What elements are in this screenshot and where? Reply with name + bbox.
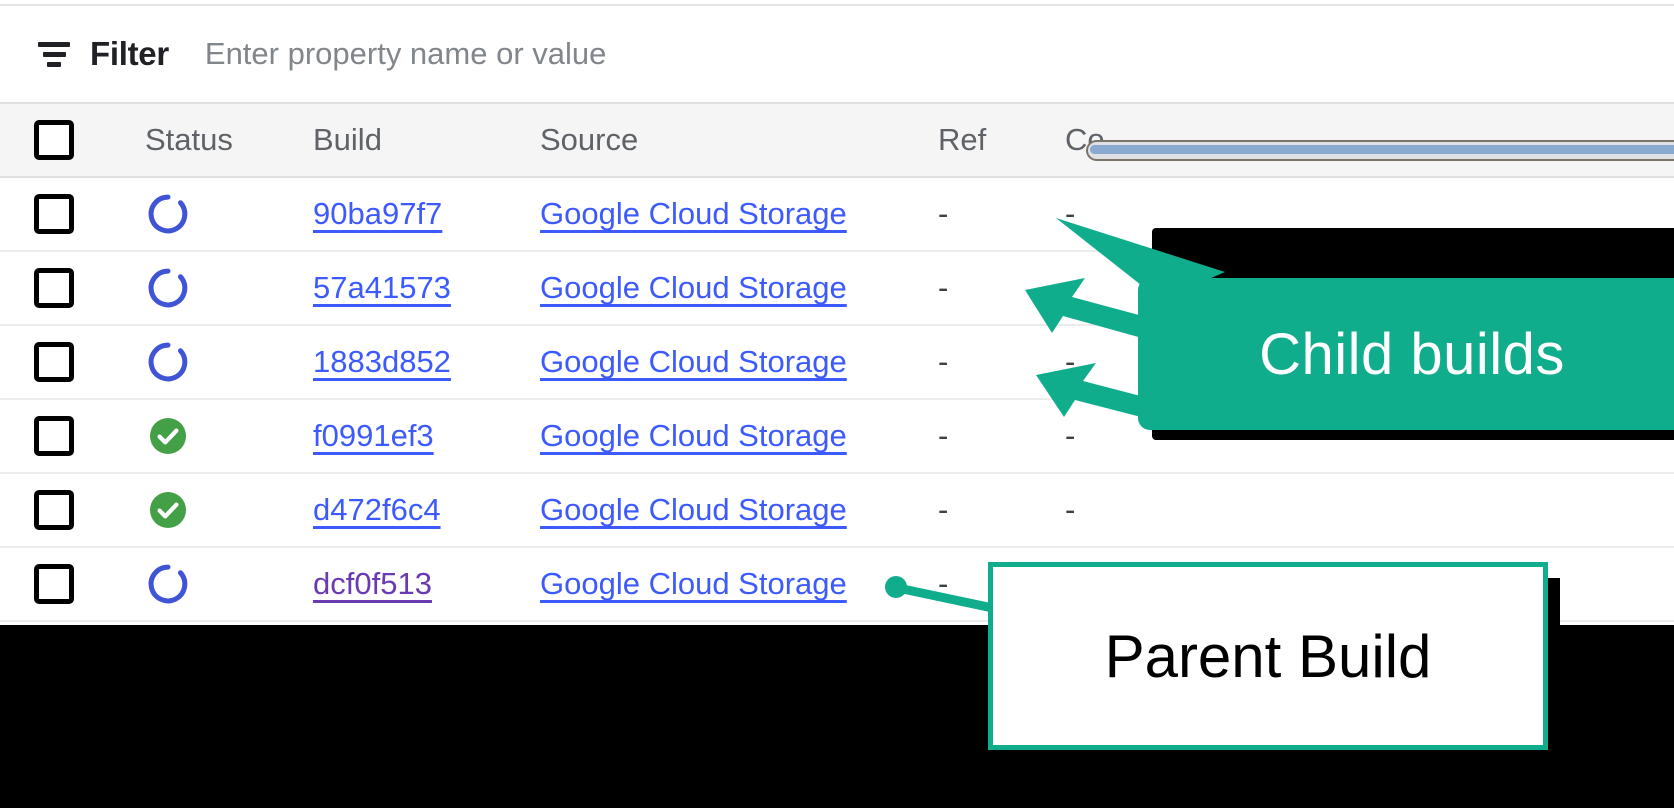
working-spinner-icon [148,342,188,382]
source-link[interactable]: Google Cloud Storage [540,344,847,379]
select-all-checkbox[interactable] [34,120,74,160]
row-checkbox[interactable] [34,194,74,234]
row-checkbox[interactable] [34,342,74,382]
scrollbar-thumb[interactable] [1090,145,1674,154]
source-cell: Google Cloud Storage [540,196,847,232]
source-link[interactable]: Google Cloud Storage [540,566,847,601]
horizontal-scrollbar[interactable] [1086,140,1674,161]
build-link[interactable]: 90ba97f7 [313,196,442,231]
status-cell [145,191,191,237]
working-spinner-icon [148,564,188,604]
status-cell [145,413,191,459]
commit-cell: - [1065,418,1076,453]
source-cell: Google Cloud Storage [540,418,847,454]
ref-cell: - [938,196,949,231]
build-cell: f0991ef3 [313,418,434,454]
build-link[interactable]: d472f6c4 [313,492,441,527]
build-link[interactable]: dcf0f513 [313,566,432,601]
build-cell: 1883d852 [313,344,451,380]
ref-cell: - [938,270,949,305]
filter-input[interactable] [204,36,905,72]
row-checkbox[interactable] [34,416,74,456]
commit-cell: - [1065,270,1076,305]
column-header-status[interactable]: Status [145,122,233,158]
build-link[interactable]: f0991ef3 [313,418,434,453]
working-spinner-icon [148,194,188,234]
build-cell: d472f6c4 [313,492,441,528]
status-cell [145,487,191,533]
commit-cell: - [1065,196,1076,231]
parent-build-callout: Parent Build [988,562,1548,750]
filter-label: Filter [90,35,169,72]
ref-cell: - [938,492,949,527]
commit-cell: - [1065,344,1076,379]
ref-cell: - [938,566,949,601]
ref-cell: - [938,418,949,453]
build-history-screenshot: Filter Status Build Source Ref Co 90ba97… [0,0,1674,808]
column-header-ref[interactable]: Ref [938,122,986,158]
child-builds-label: Child builds [1259,321,1565,387]
source-cell: Google Cloud Storage [540,270,847,306]
build-cell: dcf0f513 [313,566,432,602]
build-cell: 90ba97f7 [313,196,442,232]
column-header-build[interactable]: Build [313,122,382,158]
status-cell [145,561,191,607]
source-cell: Google Cloud Storage [540,492,847,528]
row-checkbox[interactable] [34,490,74,530]
row-checkbox[interactable] [34,564,74,604]
column-header-source[interactable]: Source [540,122,638,158]
source-link[interactable]: Google Cloud Storage [540,196,847,231]
row-checkbox[interactable] [34,268,74,308]
filter-icon[interactable] [34,37,74,71]
source-link[interactable]: Google Cloud Storage [540,492,847,527]
build-link[interactable]: 1883d852 [313,344,451,379]
parent-build-label: Parent Build [1104,622,1432,690]
status-cell [145,265,191,311]
table-row[interactable]: d472f6c4 Google Cloud Storage - - [0,474,1674,548]
working-spinner-icon [148,268,188,308]
filter-bar: Filter [0,6,1674,102]
child-builds-callout: Child builds [1138,278,1674,430]
source-cell: Google Cloud Storage [540,344,847,380]
source-link[interactable]: Google Cloud Storage [540,270,847,305]
success-check-icon [149,491,187,529]
source-link[interactable]: Google Cloud Storage [540,418,847,453]
build-cell: 57a41573 [313,270,451,306]
commit-cell: - [1065,492,1076,527]
success-check-icon [149,417,187,455]
build-link[interactable]: 57a41573 [313,270,451,305]
source-cell: Google Cloud Storage [540,566,847,602]
status-cell [145,339,191,385]
ref-cell: - [938,344,949,379]
